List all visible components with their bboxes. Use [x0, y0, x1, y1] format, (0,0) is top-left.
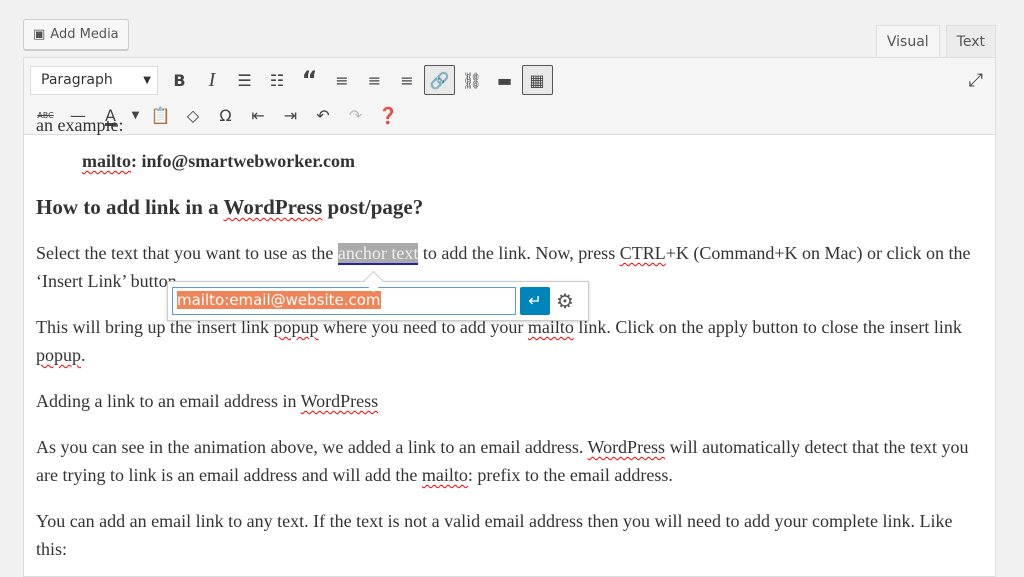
media-icon: ▣: [33, 27, 46, 42]
enter-icon: ↵: [528, 293, 542, 310]
align-right-icon[interactable]: ≡: [392, 65, 423, 95]
chevron-down-icon: ▼: [143, 74, 151, 86]
insert-link-icon[interactable]: 🔗: [424, 65, 455, 95]
numbered-list-icon[interactable]: ☷: [262, 65, 293, 95]
tab-text[interactable]: Text: [945, 25, 996, 57]
editor: Paragraph ▼ B I ☰ ☷ “ ≡ ≡ ≡ 🔗 ⛓ ▬ ▦ ABC —…: [23, 57, 996, 577]
apply-link-button[interactable]: ↵: [520, 287, 550, 315]
fullscreen-icon[interactable]: ⤢: [969, 70, 983, 91]
blockquote-icon[interactable]: “: [294, 65, 325, 95]
italic-button[interactable]: I: [197, 65, 228, 95]
format-select[interactable]: Paragraph ▼: [30, 65, 158, 95]
section-heading: How to add link in a WordPress post/page…: [36, 195, 424, 219]
link-options-gear-icon[interactable]: ⚙: [556, 289, 574, 314]
link-url-input[interactable]: mailto:email@website.com: [172, 287, 516, 315]
align-left-icon[interactable]: ≡: [327, 65, 358, 95]
scrollbar[interactable]: [1010, 0, 1024, 569]
insert-link-popup: mailto:email@website.com ↵ ⚙: [167, 281, 589, 321]
tab-visual[interactable]: Visual: [875, 25, 940, 57]
align-center-icon[interactable]: ≡: [359, 65, 390, 95]
add-media-button[interactable]: ▣ Add Media: [23, 19, 129, 50]
bullet-list-icon[interactable]: ☰: [229, 65, 260, 95]
post-content[interactable]: an example: mailto: info@smartwebworker.…: [24, 121, 995, 563]
toolbar-toggle-icon[interactable]: ▦: [521, 65, 553, 95]
read-more-icon[interactable]: ▬: [489, 65, 520, 95]
selected-anchor-text: anchor text: [337, 243, 419, 265]
bold-button[interactable]: B: [164, 65, 195, 95]
unlink-icon[interactable]: ⛓: [457, 65, 488, 95]
